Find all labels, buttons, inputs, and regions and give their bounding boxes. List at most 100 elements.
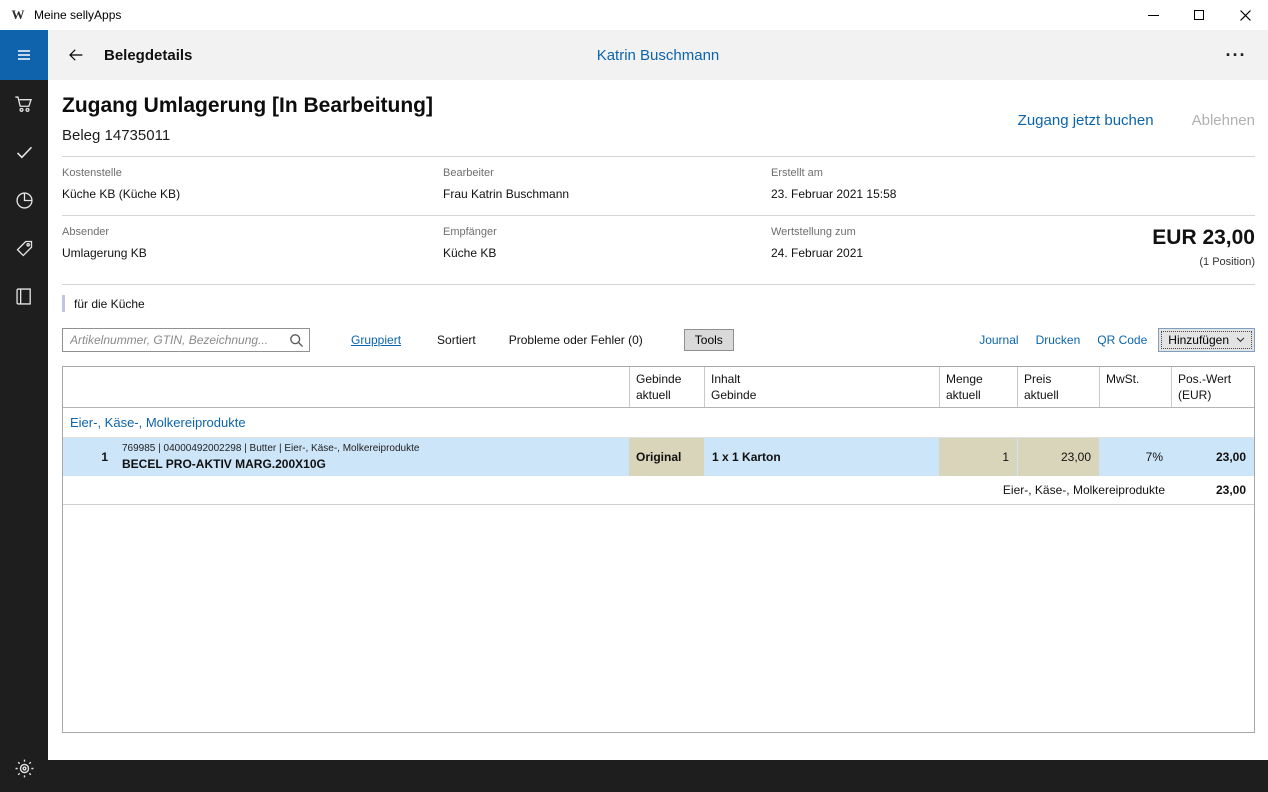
article-name: BECEL PRO-AKTIV MARG.200X10G (122, 457, 326, 472)
problems-filter[interactable]: Probleme oder Fehler (0) (509, 333, 643, 347)
field-label: Bearbeiter (443, 167, 494, 179)
field-label: Empfänger (443, 226, 497, 238)
sidebar-item-reports[interactable] (0, 176, 48, 224)
minimize-icon (1147, 14, 1159, 16)
field-bearbeiter: Bearbeiter Frau Katrin Buschmann (443, 167, 771, 201)
group-summary-row: Eier-, Käse-, Molkereiprodukte 23,00 (63, 476, 1254, 506)
article-meta: 769985 | 04000492002298 | Butter | Eier-… (122, 443, 420, 455)
field-wertstellung: Wertstellung zum 24. Februar 2021 (771, 226, 1152, 270)
more-button[interactable]: ··· (1218, 30, 1254, 80)
document-actions: Zugang jetzt buchen Ablehnen (1018, 112, 1255, 129)
add-item-label: Hinzufügen (1168, 333, 1229, 347)
field-value: 24. Februar 2021 (771, 246, 864, 260)
field-value: Frau Katrin Buschmann (443, 187, 570, 201)
reject-button[interactable]: Ablehnen (1192, 112, 1255, 129)
group-title: Eier-, Käse-, Molkereiprodukte (70, 415, 246, 431)
header-menge: Menge aktuell (939, 367, 1017, 408)
maximize-icon (1194, 10, 1204, 20)
field-label: Wertstellung zum (771, 226, 856, 238)
field-erstellt-am: Erstellt am 23. Februar 2021 15:58 (771, 167, 1255, 201)
field-absender: Absender Umlagerung KB (62, 226, 443, 270)
inhalt-cell: 1 x 1 Karton (712, 450, 781, 465)
minimize-button[interactable] (1130, 0, 1176, 30)
sorted-toggle[interactable]: Sortiert (437, 333, 476, 347)
field-value: Küche KB (Küche KB) (62, 187, 181, 201)
positions-table: Gebinde aktuell Inhalt Gebinde Menge aktuel… (62, 366, 1255, 733)
note-text: für die Küche (74, 296, 145, 311)
list-toolbar: Gruppiert Sortiert Probleme oder Fehler … (62, 328, 1255, 352)
sidebar-item-tasks[interactable] (0, 128, 48, 176)
mwst-cell: 7% (1145, 450, 1163, 465)
header-wert: Pos.-Wert (EUR) (1171, 367, 1254, 408)
field-kostenstelle: Kostenstelle Küche KB (Küche KB) (62, 167, 443, 201)
group-header-row[interactable]: Eier-, Käse-, Molkereiprodukte (63, 408, 1254, 439)
gear-icon (15, 759, 33, 777)
row-article: 769985 | 04000492002298 | Butter | Eier-… (116, 438, 629, 476)
header-mwst: MwSt. (1099, 367, 1171, 408)
fields-row-2: Absender Umlagerung KB Empfänger Küche K… (62, 216, 1255, 284)
document-total: EUR 23,00 (1 Position) (1152, 226, 1255, 270)
document-note: für die Küche (62, 295, 1255, 312)
print-link[interactable]: Drucken (1036, 333, 1081, 347)
table-header-row: Gebinde aktuell Inhalt Gebinde Menge aktuel… (63, 367, 1254, 409)
header-article (116, 367, 629, 407)
row-position: 1 (101, 450, 108, 465)
maximize-button[interactable] (1176, 0, 1222, 30)
main-content: Zugang Umlagerung [In Bearbeitung] Beleg… (48, 80, 1268, 760)
close-button[interactable] (1222, 0, 1268, 30)
header-preis: Preis aktuell (1017, 367, 1099, 408)
summary-value: 23,00 (1215, 483, 1246, 498)
header-gebinde: Gebinde aktuell (629, 367, 704, 408)
app-logo-icon: W (11, 7, 25, 22)
more-icon: ··· (1225, 44, 1247, 65)
add-item-button[interactable]: Hinzufügen (1158, 328, 1255, 352)
pie-chart-icon (15, 191, 33, 209)
tag-icon (16, 240, 32, 256)
gebinde-cell[interactable]: Original (629, 438, 704, 477)
pos-wert-cell: 23,00 (1215, 450, 1246, 465)
book-receipt-button[interactable]: Zugang jetzt buchen (1018, 112, 1154, 129)
sidebar-item-prices[interactable] (0, 224, 48, 272)
qr-code-link[interactable]: QR Code (1097, 333, 1147, 347)
preis-cell[interactable]: 23,00 (1017, 438, 1099, 477)
sidebar-item-catalog[interactable] (0, 272, 48, 320)
menge-cell[interactable]: 1 (939, 438, 1017, 477)
field-value: Umlagerung KB (62, 246, 147, 260)
search-icon[interactable] (289, 333, 304, 348)
user-name[interactable]: Katrin Buschmann (48, 47, 1268, 64)
field-empfaenger: Empfänger Küche KB (443, 226, 771, 270)
hamburger-menu-button[interactable] (0, 30, 48, 80)
field-value: Küche KB (443, 246, 497, 260)
window-titlebar: W Meine sellyApps (0, 0, 1268, 30)
field-value: 23. Februar 2021 15:58 (771, 187, 897, 201)
field-label: Erstellt am (771, 167, 823, 179)
window-controls (1130, 0, 1268, 30)
note-marker-bar (62, 295, 65, 312)
toolbar-right: Journal Drucken QR Code Hinzufügen (962, 328, 1255, 352)
article-row[interactable]: 1 769985 | 04000492002298 | Butter | Eie… (63, 438, 1254, 477)
close-icon (1239, 9, 1251, 21)
divider (62, 284, 1255, 285)
fields-row-1: Kostenstelle Küche KB (Küche KB) Bearbei… (62, 157, 1255, 215)
total-amount: EUR 23,00 (1152, 226, 1255, 249)
document-number: Beleg 14735011 (62, 127, 171, 144)
search-input[interactable] (63, 329, 309, 351)
hamburger-icon (18, 50, 30, 60)
sidebar-item-settings[interactable] (0, 744, 48, 792)
tools-button[interactable]: Tools (683, 329, 734, 351)
grouped-toggle[interactable]: Gruppiert (351, 333, 401, 347)
header-inhalt: Inhalt Gebinde (704, 367, 939, 408)
field-label: Absender (62, 226, 110, 238)
check-icon (16, 146, 32, 158)
app-header: Belegdetails Katrin Buschmann ··· (48, 30, 1268, 80)
total-positions: (1 Position) (1199, 256, 1255, 268)
bottom-bar (48, 760, 1268, 792)
sidebar-item-cart[interactable] (0, 80, 48, 128)
window-title: Meine sellyApps (34, 8, 122, 22)
field-label: Kostenstelle (62, 167, 122, 179)
summary-label: Eier-, Käse-, Molkereiprodukte (1002, 483, 1165, 498)
journal-link[interactable]: Journal (979, 333, 1018, 347)
book-icon (15, 287, 31, 305)
header-pos (63, 367, 116, 407)
sidebar (0, 30, 48, 792)
